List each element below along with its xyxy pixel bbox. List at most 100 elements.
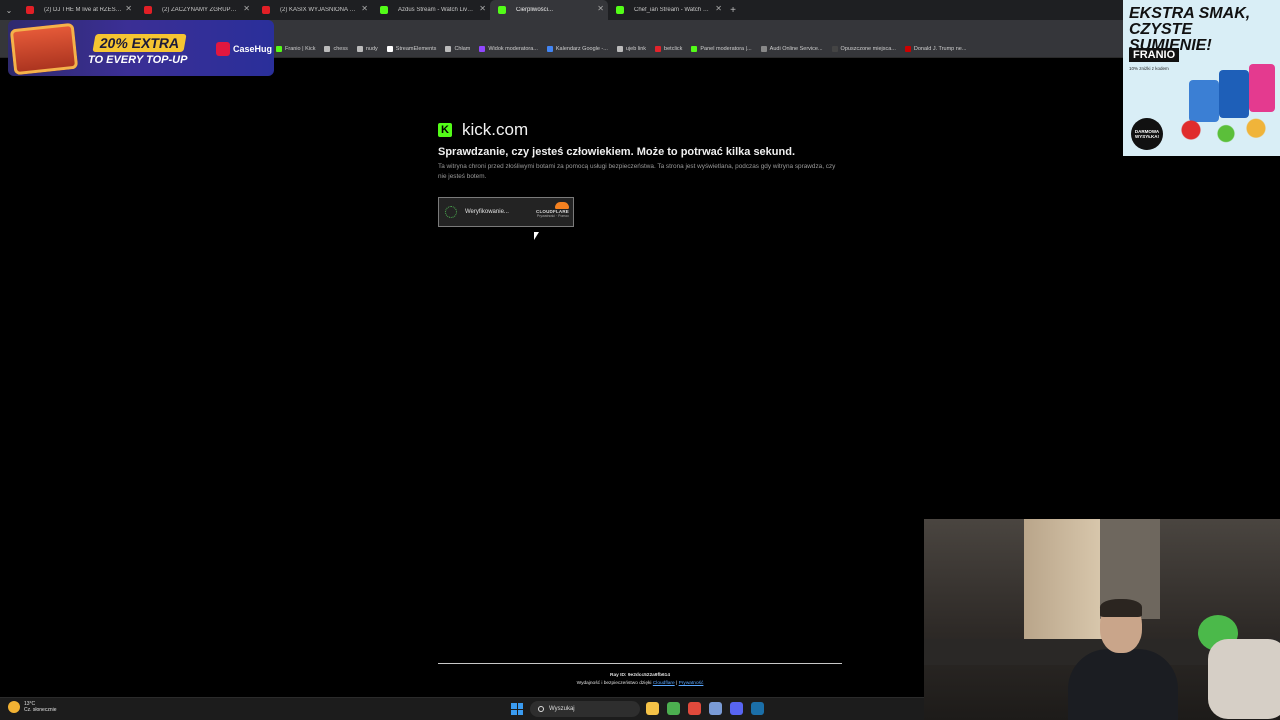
verify-label: Weryfikowanie... [465, 209, 509, 215]
footer-separator: | [676, 681, 678, 686]
bookmark-label: Opuszczone miejsca... [840, 45, 896, 52]
discord-icon[interactable] [730, 702, 743, 715]
close-icon[interactable]: ✕ [125, 4, 132, 13]
file-explorer-icon[interactable] [646, 702, 659, 715]
cloudflare-icon [555, 202, 569, 209]
bookmark-item[interactable]: Chłam [445, 45, 471, 52]
globe-icon [445, 45, 452, 52]
casehug-icon [216, 42, 230, 56]
bookmark-item[interactable]: StreamElements [386, 45, 437, 52]
bookmark-item[interactable]: nudy [356, 45, 378, 52]
settings-icon[interactable] [709, 702, 722, 715]
close-icon[interactable]: ✕ [361, 4, 368, 13]
search-icon [538, 706, 544, 712]
browser-tab-active[interactable]: Cierpliwości... ✕ [490, 0, 608, 20]
challenge-description: Ta witryna chroni przed złośliwymi botam… [438, 163, 836, 180]
close-icon[interactable]: ✕ [243, 4, 250, 13]
cloudflare-links[interactable]: Prywatność · Pomoc [533, 214, 569, 218]
mouse-cursor-icon [534, 232, 539, 240]
tab-title: Chef_ian Stream - Watch Live o [634, 7, 712, 13]
chair-image [1208, 639, 1280, 719]
search-placeholder: Wyszukaj [549, 706, 575, 712]
bookmark-item[interactable]: betclick [655, 45, 683, 52]
steam-icon[interactable] [751, 702, 764, 715]
franio-ad-banner[interactable]: EKSTRA SMAK, CZYSTE SUMIENIE! FRANIO 10%… [1123, 0, 1280, 156]
youtube-icon [26, 6, 34, 14]
bookmark-label: Widok moderatora... [488, 45, 538, 52]
bookmark-label: betclick [664, 45, 683, 52]
bookmark-item[interactable]: Kalendarz Google -... [546, 45, 608, 52]
tab-title: (2) ZACZYNAMY ZGRUPOWANIE [162, 7, 240, 13]
challenge-title: Sprawdzanie, czy jesteś człowiekiem. Moż… [438, 146, 796, 158]
fruit-image [1171, 112, 1271, 148]
youtube-icon [144, 6, 152, 14]
browser-tab[interactable]: Chef_ian Stream - Watch Live o ✕ [608, 0, 726, 20]
streamlabs-icon[interactable] [688, 702, 701, 715]
cloudflare-link[interactable]: Cloudflare [653, 681, 675, 686]
chrome-icon[interactable] [667, 702, 680, 715]
bookmark-item[interactable]: ujeb link [616, 45, 647, 52]
ad-small-text: 10% zniżki z kodem [1129, 66, 1169, 71]
bookmark-label: ujeb link [625, 45, 647, 52]
ray-id: Ray ID: 9e2dcc522a9fb614 [610, 673, 670, 678]
close-icon[interactable]: ✕ [597, 4, 604, 13]
windows-taskbar: 13°C Cz. słonecznie Wyszukaj [0, 697, 924, 720]
casehug-ad-banner[interactable]: 20% EXTRA TO EVERY TOP-UP CaseHug [8, 20, 274, 76]
bookmark-item[interactable]: Panel moderatora |... [691, 45, 752, 52]
windows-start-icon[interactable] [511, 703, 523, 715]
bookmark-item[interactable]: Widok moderatora... [479, 45, 538, 52]
close-icon[interactable]: ✕ [715, 4, 722, 13]
bookmark-item[interactable]: Audi Online Service... [760, 45, 823, 52]
folder-icon [356, 45, 363, 52]
performance-note: Wydajność i bezpieczeństwo dzięki Cloudf… [438, 681, 842, 686]
sun-icon [8, 701, 20, 713]
casehug-brand: CaseHug [233, 44, 273, 54]
youtube-icon [262, 6, 270, 14]
tab-search-chevron-icon[interactable]: ⌄ [0, 0, 18, 20]
franio-logo: FRANIO [1129, 48, 1180, 62]
cloudflare-verify-widget[interactable]: Weryfikowanie... CLOUDFLARE Prywatność ·… [438, 197, 574, 227]
kick-icon [380, 6, 388, 14]
privacy-link[interactable]: Prywatność [679, 681, 704, 686]
bookmark-label: Chłam [454, 45, 471, 52]
betclic-icon [655, 45, 662, 52]
twitch-icon [479, 45, 486, 52]
ad-percent: 20% EXTRA [92, 34, 187, 52]
browser-tab[interactable]: (2) ZACZYNAMY ZGRUPOWANIE ✕ [136, 0, 254, 20]
bookmark-label: Franio | Kick [285, 45, 316, 52]
tab-title: Cierpliwości... [516, 7, 554, 13]
weather-text: 13°C Cz. słonecznie [24, 701, 57, 713]
browser-tab[interactable]: (2) DJ THE M live at RZESZOW ✕ [18, 0, 136, 20]
ad-subtitle: TO EVERY TOP-UP [88, 54, 188, 66]
taskbar-search[interactable]: Wyszukaj [530, 701, 640, 717]
treasure-chest-icon [9, 22, 79, 76]
tab-title: (2) KASIX WYJAŚNIONA PRZEZ [280, 7, 358, 13]
tab-title: (2) DJ THE M live at RZESZOW [44, 7, 122, 13]
new-tab-button[interactable]: + [726, 0, 740, 20]
close-icon[interactable]: ✕ [479, 4, 486, 13]
weather-widget[interactable]: 13°C Cz. słonecznie [8, 701, 57, 713]
bookmark-label: nudy [365, 45, 378, 52]
bookmark-item[interactable]: Donald J. Trump ne... [904, 45, 967, 52]
globe-icon [324, 45, 331, 52]
bookmark-label: Donald J. Trump ne... [913, 45, 967, 52]
performance-text: Wydajność i bezpieczeństwo dzięki [576, 681, 652, 686]
streamer-hair [1100, 599, 1142, 617]
webcam-feed [924, 519, 1280, 720]
bookmark-label: Kalendarz Google -... [555, 45, 608, 52]
weather-condition: Cz. słonecznie [24, 707, 57, 713]
bookmark-item[interactable]: chess [324, 45, 348, 52]
bookmark-item[interactable]: Opuszczone miejsca... [831, 45, 896, 52]
ad-headline: EKSTRA SMAK, CZYSTE SUMIENIE! [1129, 5, 1251, 54]
streamer-image [1068, 599, 1178, 720]
browser-tab[interactable]: Azdus Stream - Watch Live on ✕ [372, 0, 490, 20]
bookmark-label: Panel moderatora |... [700, 45, 752, 52]
free-shipping-badge: DARMOWA WYSYŁKA! [1131, 118, 1163, 150]
cnn-icon [904, 45, 911, 52]
bookmark-label: StreamElements [395, 45, 437, 52]
bookmark-item[interactable]: Franio | Kick [276, 45, 316, 52]
challenge-footer: Ray ID: 9e2dcc522a9fb614 Wydajność i bez… [438, 663, 842, 686]
browser-tab[interactable]: (2) KASIX WYJAŚNIONA PRZEZ ✕ [254, 0, 372, 20]
kick-icon [616, 6, 624, 14]
streamer-body [1068, 649, 1178, 720]
